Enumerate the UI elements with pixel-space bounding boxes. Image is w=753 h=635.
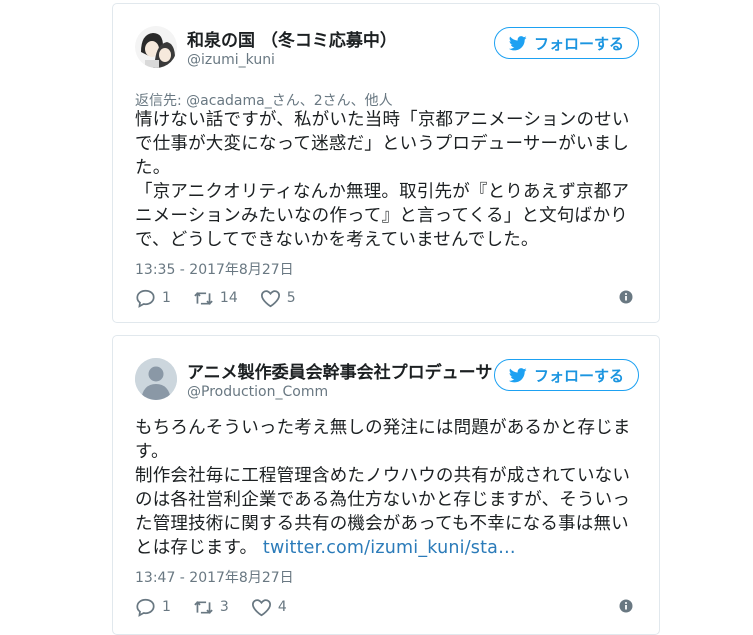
reply-action[interactable]: 1 — [135, 289, 171, 308]
tweet-text-line: た。 — [135, 158, 171, 178]
default-avatar-icon[interactable] — [135, 358, 177, 400]
follow-label: フォローする — [533, 34, 624, 53]
tweet-text-line: 制作会社毎に工程管理含めたノウハウの共有が成されていない — [135, 466, 631, 486]
tweet-timestamp[interactable]: 13:47 - 2017年8月27日 — [135, 567, 294, 587]
author-name[interactable]: 和泉の国 （冬コミ応募中） — [187, 26, 397, 51]
twitter-bird-icon — [508, 35, 527, 50]
like-action[interactable]: 4 — [251, 598, 287, 617]
like-count: 4 — [277, 599, 287, 615]
tweet-actions: 1 14 5 — [135, 287, 639, 309]
tweet-text-line: で、どうしてできないかを考えていませんでした。 — [135, 230, 539, 250]
like-count: 5 — [286, 290, 296, 306]
tweet-header: 和泉の国 （冬コミ応募中） @izumi_kuni フォローする — [135, 22, 639, 74]
twitter-bird-icon — [508, 367, 527, 382]
tweet-text-last-line: とは存じます。 twitter.com/izumi_kuni/sta… — [135, 536, 639, 560]
tweet-card: 和泉の国 （冬コミ応募中） @izumi_kuni フォローする 返信先: @a… — [112, 3, 660, 323]
tweet-text-line: もちろんそういった考え無しの発注には問題があるかと存じま — [135, 418, 631, 438]
info-icon[interactable] — [619, 290, 633, 304]
tweet-header: アニメ製作委員会幹事会社プロデューサ @Production_Comm フォロー… — [135, 354, 639, 406]
tweet-text-line: す。 — [135, 442, 169, 462]
reply-to-line[interactable]: 返信先: @acadama_さん、2さん、他人 — [135, 90, 393, 110]
retweet-count: 14 — [219, 290, 238, 306]
follow-label: フォローする — [533, 366, 624, 385]
info-icon[interactable] — [619, 599, 633, 613]
tweet-actions: 1 3 4 — [135, 596, 639, 618]
tweet-text-line: 情けない話ですが、私がいた当時「京都アニメーションのせい — [135, 110, 630, 130]
author-handle[interactable]: @izumi_kuni — [187, 52, 275, 68]
retweet-action[interactable]: 14 — [193, 289, 238, 308]
retweet-icon — [194, 291, 213, 305]
tweet-text-line: のは各社営利企業である為仕方ないかと存じますが、そういっ — [135, 490, 631, 510]
tweet-link[interactable]: twitter.com/izumi_kuni/sta… — [263, 538, 516, 558]
retweet-action[interactable]: 3 — [193, 598, 229, 617]
like-action[interactable]: 5 — [260, 289, 296, 308]
reply-icon — [136, 289, 155, 308]
reply-count: 1 — [162, 599, 171, 615]
tweet-text: 情けない話ですが、私がいた当時「京都アニメーションのせい で仕事が大変になって迷… — [135, 108, 639, 252]
follow-button[interactable]: フォローする — [493, 27, 639, 59]
tweet-text-segment: とは存じます。 — [135, 538, 263, 558]
follow-button[interactable]: フォローする — [493, 359, 639, 391]
heart-icon — [260, 289, 280, 307]
reply-count: 1 — [162, 290, 171, 306]
retweet-icon — [194, 600, 213, 614]
tweet-timestamp[interactable]: 13:35 - 2017年8月27日 — [135, 259, 294, 279]
tweet-text: もちろんそういった考え無しの発注には問題があるかと存じま す。 制作会社毎に工程… — [135, 416, 639, 560]
retweet-count: 3 — [219, 599, 229, 615]
reply-action[interactable]: 1 — [135, 598, 171, 617]
author-handle[interactable]: @Production_Comm — [187, 384, 328, 400]
anime-avatar-icon[interactable] — [135, 26, 177, 68]
tweet-card: アニメ製作委員会幹事会社プロデューサ @Production_Comm フォロー… — [112, 335, 660, 635]
tweet-text-line: た管理技術に関する共有の機会があっても不幸になる事は無い — [135, 514, 629, 534]
author-name[interactable]: アニメ製作委員会幹事会社プロデューサ — [187, 358, 492, 383]
reply-icon — [136, 598, 155, 617]
heart-icon — [251, 598, 271, 616]
tweet-text-line: ニメーションみたいなの作って』と言ってくる」と文句ばかり — [135, 206, 628, 226]
tweet-text-line: 「京アニクオリティなんか無理。取引先が『とりあえず京都ア — [135, 182, 630, 202]
tweet-text-line: で仕事が大変になって迷惑だ」というプロデューサーがいまし — [135, 134, 630, 154]
